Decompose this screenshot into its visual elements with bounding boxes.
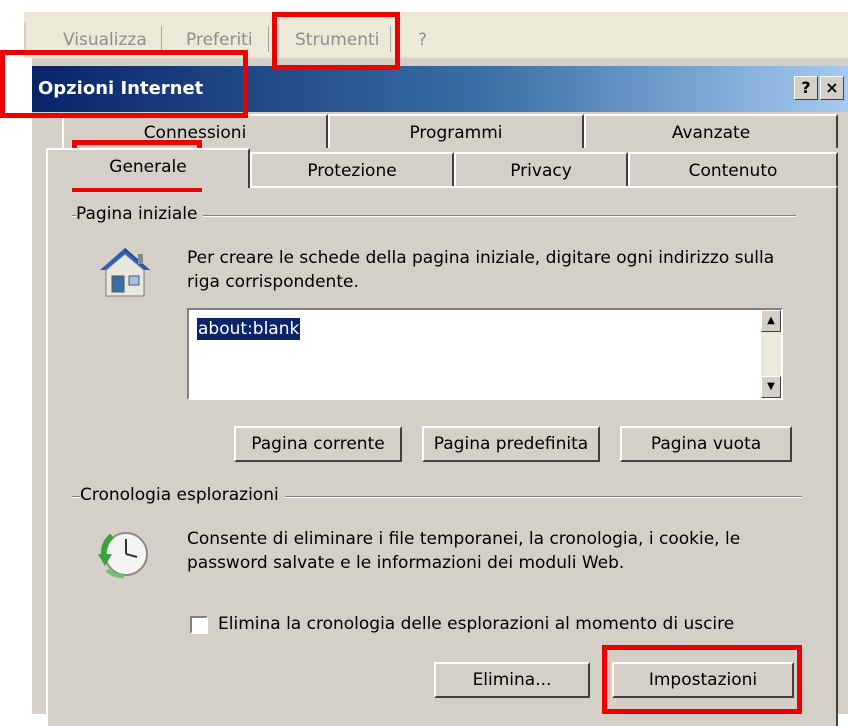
menu-separator	[161, 26, 162, 52]
menu-bar-edge	[24, 22, 26, 52]
delete-history-on-exit-label[interactable]: Elimina la cronologia delle esplorazioni…	[218, 612, 734, 636]
delete-history-on-exit-checkbox[interactable]	[190, 616, 208, 634]
homepage-textarea[interactable]: about:blank ▲ ▼	[187, 308, 783, 400]
history-description: Consente di eliminare i file temporanei,…	[187, 529, 741, 573]
tab-programmi[interactable]: Programmi	[328, 114, 584, 148]
tab-generale[interactable]: Generale	[46, 148, 250, 188]
help-button[interactable]: ?	[794, 76, 818, 100]
tab-privacy[interactable]: Privacy	[454, 152, 628, 186]
highlight-title	[0, 50, 248, 118]
tab-avanzate[interactable]: Avanzate	[584, 114, 838, 148]
clock-refresh-icon	[98, 532, 148, 579]
menu-visualizza[interactable]: Visualizza	[63, 30, 147, 50]
homepage-description: Per creare le schede della pagina inizia…	[187, 248, 775, 292]
internet-options-dialog: Opzioni Internet ? × Connessioni Program…	[32, 58, 848, 726]
default-page-button[interactable]: Pagina predefinita	[422, 426, 600, 462]
homepage-value[interactable]: about:blank	[197, 318, 301, 340]
close-button[interactable]: ×	[820, 76, 844, 100]
delete-button[interactable]: Elimina...	[434, 662, 590, 698]
current-page-button[interactable]: Pagina corrente	[234, 426, 402, 462]
scroll-up-icon[interactable]: ▲	[761, 310, 781, 332]
menu-preferiti[interactable]: Preferiti	[186, 30, 253, 50]
scroll-down-icon[interactable]: ▼	[761, 376, 781, 398]
house-icon	[100, 248, 152, 297]
blank-page-button[interactable]: Pagina vuota	[620, 426, 792, 462]
history-group-label: Cronologia esplorazioni	[80, 485, 285, 505]
highlight-strumenti	[272, 12, 400, 70]
tab-protezione[interactable]: Protezione	[250, 152, 454, 186]
menu-separator	[268, 26, 269, 52]
menu-help[interactable]: ?	[418, 30, 427, 50]
highlight-impostazioni	[602, 645, 802, 714]
homepage-scrollbar[interactable]: ▲ ▼	[761, 310, 781, 398]
homepage-group-label: Pagina iniziale	[76, 204, 204, 224]
tab-contenuto[interactable]: Contenuto	[628, 152, 838, 186]
